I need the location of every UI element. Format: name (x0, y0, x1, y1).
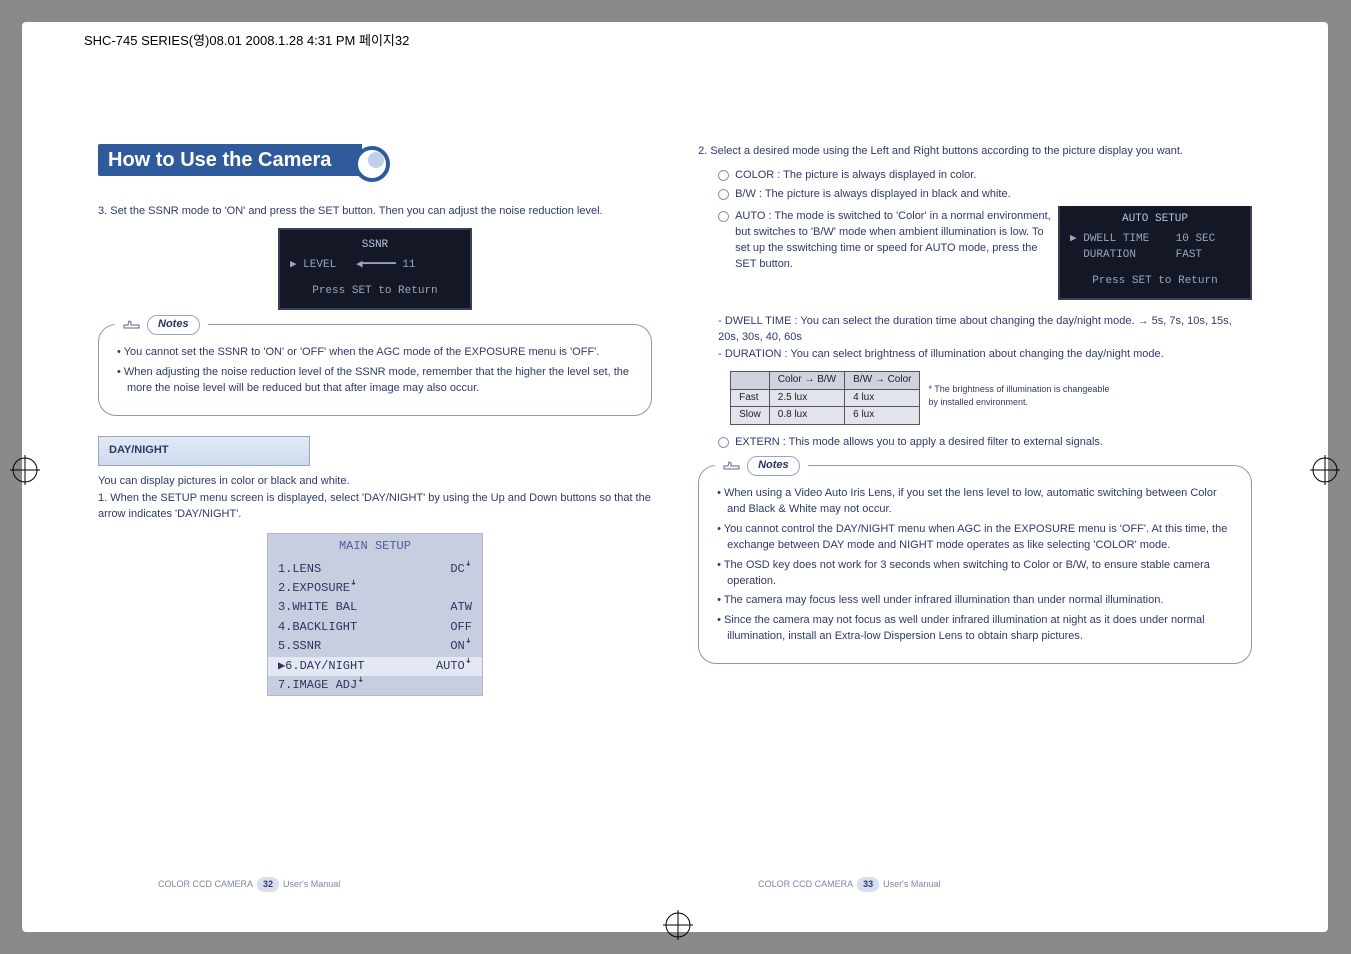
page-33: 2. Select a desired mode using the Left … (698, 144, 1252, 848)
right-body: 2. Select a desired mode using the Left … (698, 144, 1252, 664)
opt-bw: B/W : The picture is always displayed in… (718, 187, 1252, 203)
footer-suffix: User's Manual (283, 878, 340, 891)
step-2: 2. Select a desired mode using the Left … (698, 144, 1252, 160)
menu-row: 7.IMAGE ADJꜜ (268, 676, 482, 695)
note-item: You cannot control the DAY/NIGHT menu wh… (717, 522, 1233, 554)
menu-row: 5.SSNRONꜜ (268, 637, 482, 656)
note-item: The camera may focus less well under inf… (717, 593, 1233, 609)
ssnr-osd: SSNR ▶ LEVEL ◀━━━━━ 11 Press SET to Retu… (278, 228, 472, 310)
dwell-time-desc: - DWELL TIME : You can select the durati… (718, 314, 1252, 346)
note-item: When using a Video Auto Iris Lens, if yo… (717, 486, 1233, 518)
opt-extern: EXTERN : This mode allows you to apply a… (718, 435, 1252, 451)
section-header: How to Use the Camera (98, 144, 362, 180)
note-item: When adjusting the noise reduction level… (117, 365, 633, 397)
step-3: 3. Set the SSNR mode to 'ON' and press t… (98, 204, 652, 220)
osd-title: SSNR (290, 238, 460, 254)
notes-label: Notes (747, 456, 800, 476)
section-title: How to Use the Camera (108, 149, 331, 172)
notes-box-left: Notes You cannot set the SSNR to 'ON' or… (98, 324, 652, 416)
osd-dwell-row: ▶ DWELL TIME 10 SEC (1070, 232, 1240, 248)
duration-desc: - DURATION : You can select brightness o… (718, 347, 1252, 363)
note-item: The OSD key does not work for 3 seconds … (717, 558, 1233, 590)
main-setup-menu: MAIN SETUP 1.LENSDCꜜ2.EXPOSUREꜜ3.WHITE B… (267, 533, 483, 696)
opt-auto: AUTO : The mode is switched to 'Color' i… (718, 209, 1058, 273)
daynight-header: DAY/NIGHT (98, 436, 310, 466)
notes-label: Notes (147, 315, 200, 335)
print-header: SHC-745 SERIES(영)08.01 2008.1.28 4:31 PM… (84, 30, 409, 49)
page-footer-left: COLOR CCD CAMERA 32 User's Manual (158, 877, 340, 892)
pointing-hand-icon (123, 318, 141, 332)
note-item: You cannot set the SSNR to 'ON' or 'OFF'… (117, 345, 633, 361)
osd-title: AUTO SETUP (1070, 212, 1240, 228)
table-row: Slow0.8 lux6 lux (731, 407, 920, 425)
daynight-step-1: 1. When the SETUP menu screen is display… (98, 491, 652, 523)
bullet-icon (718, 189, 729, 200)
footer-suffix: User's Manual (883, 878, 940, 891)
crop-mark-right (1310, 455, 1340, 485)
osd-footer: Press SET to Return (1070, 274, 1240, 290)
crop-mark-bottom (663, 910, 693, 940)
opt-color: COLOR : The picture is always displayed … (718, 168, 1252, 184)
osd-footer: Press SET to Return (290, 284, 460, 300)
page-32: How to Use the Camera 3. Set the SSNR mo… (98, 144, 652, 848)
menu-title: MAIN SETUP (268, 534, 482, 559)
menu-row: 4.BACKLIGHTOFF (268, 618, 482, 637)
bullet-icon (718, 170, 729, 181)
footer-brand: COLOR CCD CAMERA (758, 878, 853, 891)
crop-mark-left (10, 455, 40, 485)
page-number: 32 (257, 877, 279, 892)
note-item: Since the camera may not focus as well u… (717, 613, 1233, 645)
footer-brand: COLOR CCD CAMERA (158, 878, 253, 891)
page-spread: How to Use the Camera 3. Set the SSNR mo… (98, 144, 1252, 848)
osd-level-row: ▶ LEVEL ◀━━━━━ 11 (290, 258, 460, 274)
section-ornament-dot (368, 152, 384, 168)
osd-duration-row: DURATION FAST (1070, 248, 1240, 264)
bullet-icon (718, 211, 729, 222)
left-body: 3. Set the SSNR mode to 'ON' and press t… (98, 204, 652, 696)
bullet-icon (718, 437, 729, 448)
auto-setup-osd: AUTO SETUP ▶ DWELL TIME 10 SEC DURATION … (1058, 206, 1252, 300)
manual-spread: SHC-745 SERIES(영)08.01 2008.1.28 4:31 PM… (22, 22, 1328, 932)
menu-row: 3.WHITE BALATW (268, 598, 482, 617)
page-footer-right: COLOR CCD CAMERA 33 User's Manual (758, 877, 940, 892)
menu-row: 1.LENSDCꜜ (268, 560, 482, 579)
daynight-intro: You can display pictures in color or bla… (98, 474, 652, 490)
pointing-hand-icon (723, 459, 741, 473)
menu-row: ▶6.DAY/NIGHTAUTOꜜ (268, 657, 482, 676)
page-number: 33 (857, 877, 879, 892)
menu-row: 2.EXPOSUREꜜ (268, 579, 482, 598)
notes-box-right: Notes When using a Video Auto Iris Lens,… (698, 465, 1252, 664)
table-row: Fast2.5 lux4 lux (731, 389, 920, 407)
illumination-table: Color → B/WB/W → Color Fast2.5 lux4 lux … (730, 371, 920, 425)
table-footnote: * The brightness of illumination is chan… (928, 383, 1109, 409)
